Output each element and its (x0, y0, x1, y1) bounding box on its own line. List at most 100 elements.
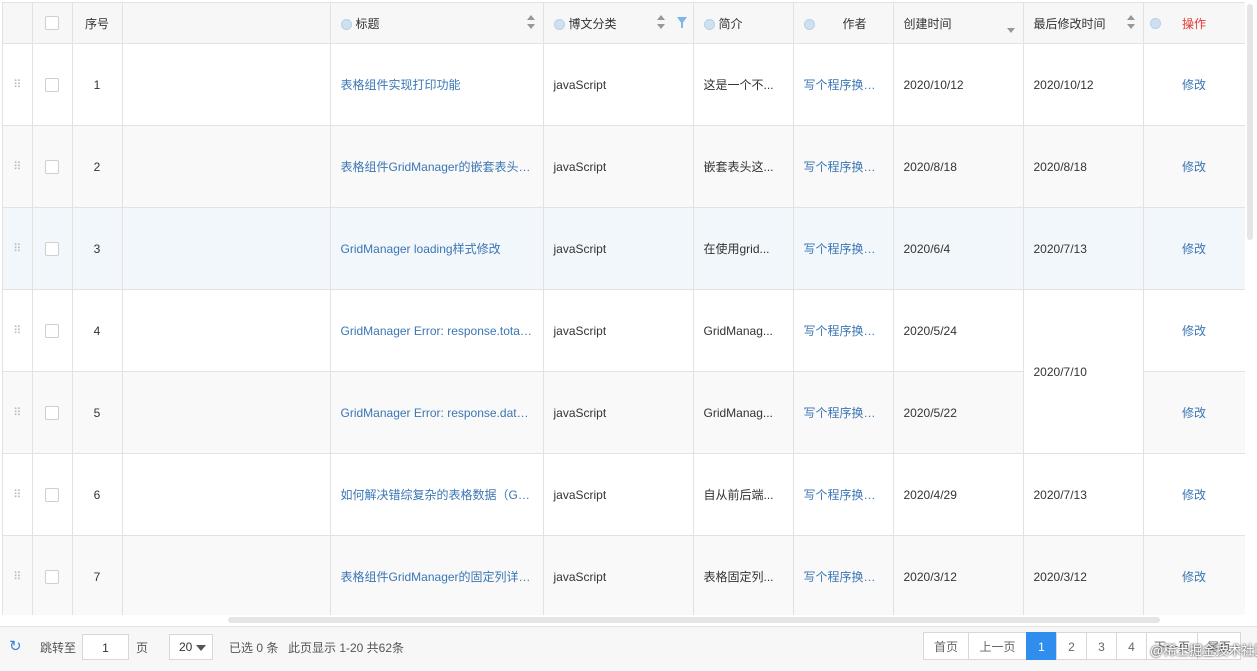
row-author-link[interactable]: 写个程序换个饼... (793, 43, 894, 126)
prev-page-button[interactable]: 上一页 (968, 632, 1027, 660)
row-modified: 2020/7/13 (1023, 453, 1144, 536)
jump-page-input[interactable]: 1 (82, 634, 129, 660)
sort-icon[interactable] (656, 15, 665, 29)
page-1-button[interactable]: 1 (1026, 632, 1057, 660)
row-blank (122, 453, 331, 536)
sort-desc-icon[interactable] (1006, 19, 1015, 33)
row-blank (122, 289, 331, 372)
header-created[interactable]: 创建时间 (893, 3, 1024, 44)
row-author-link[interactable]: 写个程序换个饼... (793, 289, 894, 372)
header-blank (122, 3, 331, 44)
page-4-button[interactable]: 4 (1116, 632, 1147, 660)
row-title-link[interactable]: GridManager loading样式修改 (330, 207, 544, 290)
watermark: @稀土掘金技术社区 (1150, 643, 1257, 658)
info-icon[interactable] (553, 18, 565, 30)
row-title-link[interactable]: 表格组件GridManager的固定列详解... (330, 535, 544, 615)
row-checkbox[interactable] (45, 159, 59, 174)
row-checkbox[interactable] (45, 569, 59, 584)
select-all-checkbox[interactable] (45, 16, 59, 31)
edit-button[interactable]: 修改 (1143, 535, 1245, 615)
drag-handle-icon[interactable]: ⠿ (3, 535, 33, 615)
info-icon[interactable] (703, 18, 715, 30)
header-category[interactable]: 博文分类 (543, 3, 694, 44)
vertical-scrollbar[interactable] (1247, 4, 1253, 240)
row-index: 5 (72, 371, 123, 454)
row-modified: 2020/8/18 (1023, 125, 1144, 208)
header-modified[interactable]: 最后修改时间 (1023, 3, 1144, 44)
row-author-link[interactable]: 写个程序换个饼... (793, 371, 894, 454)
drag-handle-icon[interactable]: ⠿ (3, 453, 33, 536)
table-row[interactable]: ⠿ 2 表格组件GridManager的嵌套表头详解 javaScript 嵌套… (3, 125, 1245, 208)
drag-handle-icon[interactable]: ⠿ (3, 207, 33, 290)
row-index: 1 (72, 43, 123, 126)
row-select-cell (32, 453, 73, 536)
table-row[interactable]: ⠿ 4 GridManager Error: response.totals u… (3, 289, 1245, 454)
drag-handle-icon[interactable]: ⠿ (3, 43, 33, 126)
jump-label: 跳转至 (40, 641, 77, 655)
page-2-button[interactable]: 2 (1056, 632, 1087, 660)
row-intro: 表格固定列... (693, 535, 794, 615)
page-size-select[interactable]: 20 (169, 634, 213, 660)
row-select-cell (32, 289, 73, 372)
edit-button[interactable]: 修改 (1143, 453, 1245, 536)
page-3-button[interactable]: 3 (1086, 632, 1117, 660)
row-blank (122, 371, 331, 454)
first-page-button[interactable]: 首页 (923, 632, 969, 660)
row-category: javaScript (543, 535, 694, 615)
select-all-header (32, 3, 73, 44)
row-author-link[interactable]: 写个程序换个饼... (793, 125, 894, 208)
row-modified: 2020/10/12 (1023, 43, 1144, 126)
info-icon[interactable] (340, 18, 352, 30)
horizontal-scrollbar[interactable] (228, 617, 1160, 623)
sort-icon[interactable] (526, 15, 535, 29)
sort-icon[interactable] (1126, 15, 1135, 29)
edit-button[interactable]: 修改 (1143, 207, 1245, 290)
row-title-link[interactable]: 表格组件GridManager的嵌套表头详解 (330, 125, 544, 208)
info-icon[interactable] (1149, 18, 1161, 29)
header-intro-label: 简介 (718, 16, 743, 31)
row-author-link[interactable]: 写个程序换个饼... (793, 207, 894, 290)
table-row[interactable]: ⠿ 1 表格组件实现打印功能 javaScript 这是一个不... 写个程序换… (3, 43, 1245, 126)
row-category: javaScript (543, 43, 694, 126)
row-index: 6 (72, 453, 123, 536)
drag-handle-icon[interactable]: ⠿ (3, 371, 33, 454)
row-checkbox[interactable] (45, 323, 59, 338)
row-index: 3 (72, 207, 123, 290)
grid-footer: ↻ 跳转至 1 页 20 已选 0 条 此页显示 1-20 共62条 首页 上一… (0, 626, 1257, 671)
row-checkbox[interactable] (45, 77, 59, 92)
grid-table: 序号 标题 博文分类 简介 作者 创建时间 最后修改时间 操作 ⠿ 1 表格组件… (3, 3, 1245, 615)
header-modified-label: 最后修改时间 (1033, 16, 1106, 31)
row-created: 2020/4/29 (893, 453, 1024, 536)
row-checkbox[interactable] (45, 405, 59, 420)
edit-button[interactable]: 修改 (1143, 43, 1245, 126)
row-title-link[interactable]: 表格组件实现打印功能 (330, 43, 544, 126)
header-title[interactable]: 标题 (330, 3, 544, 44)
table-row[interactable]: ⠿ 6 如何解决错综复杂的表格数据（GridManager） javaScrip… (3, 453, 1245, 536)
row-author-link[interactable]: 写个程序换个饼... (793, 535, 894, 615)
edit-button[interactable]: 修改 (1143, 289, 1245, 372)
data-grid: 序号 标题 博文分类 简介 作者 创建时间 最后修改时间 操作 ⠿ 1 表格组件… (2, 2, 1245, 615)
edit-button[interactable]: 修改 (1143, 125, 1245, 208)
drag-handle-icon[interactable]: ⠿ (3, 289, 33, 372)
row-title-link[interactable]: 如何解决错综复杂的表格数据（GridManager） (330, 453, 544, 536)
info-icon[interactable] (803, 18, 815, 30)
edit-button[interactable]: 修改 (1143, 371, 1245, 454)
page-unit-label: 页 (136, 641, 149, 655)
row-checkbox[interactable] (45, 487, 59, 502)
row-author-link[interactable]: 写个程序换个饼... (793, 453, 894, 536)
row-created: 2020/5/22 (893, 371, 1024, 454)
header-action: 操作 (1143, 3, 1245, 44)
table-row[interactable]: ⠿ 3 GridManager loading样式修改 javaScript 在… (3, 207, 1245, 290)
header-action-label: 操作 (1181, 16, 1206, 31)
header-row: 序号 标题 博文分类 简介 作者 创建时间 最后修改时间 操作 (3, 3, 1245, 44)
row-title-link[interactable]: GridManager Error: response.totals undef… (330, 289, 544, 372)
filter-icon[interactable] (676, 17, 687, 28)
drag-handle-icon[interactable]: ⠿ (3, 125, 33, 208)
table-row[interactable]: ⠿ 7 表格组件GridManager的固定列详解... javaScript … (3, 535, 1245, 615)
refresh-icon[interactable]: ↻ (9, 639, 22, 654)
row-blank (122, 43, 331, 126)
row-checkbox[interactable] (45, 241, 59, 256)
row-category: javaScript (543, 371, 694, 454)
row-title-link[interactable]: GridManager Error: response.data is not … (330, 371, 544, 454)
row-category: javaScript (543, 453, 694, 536)
